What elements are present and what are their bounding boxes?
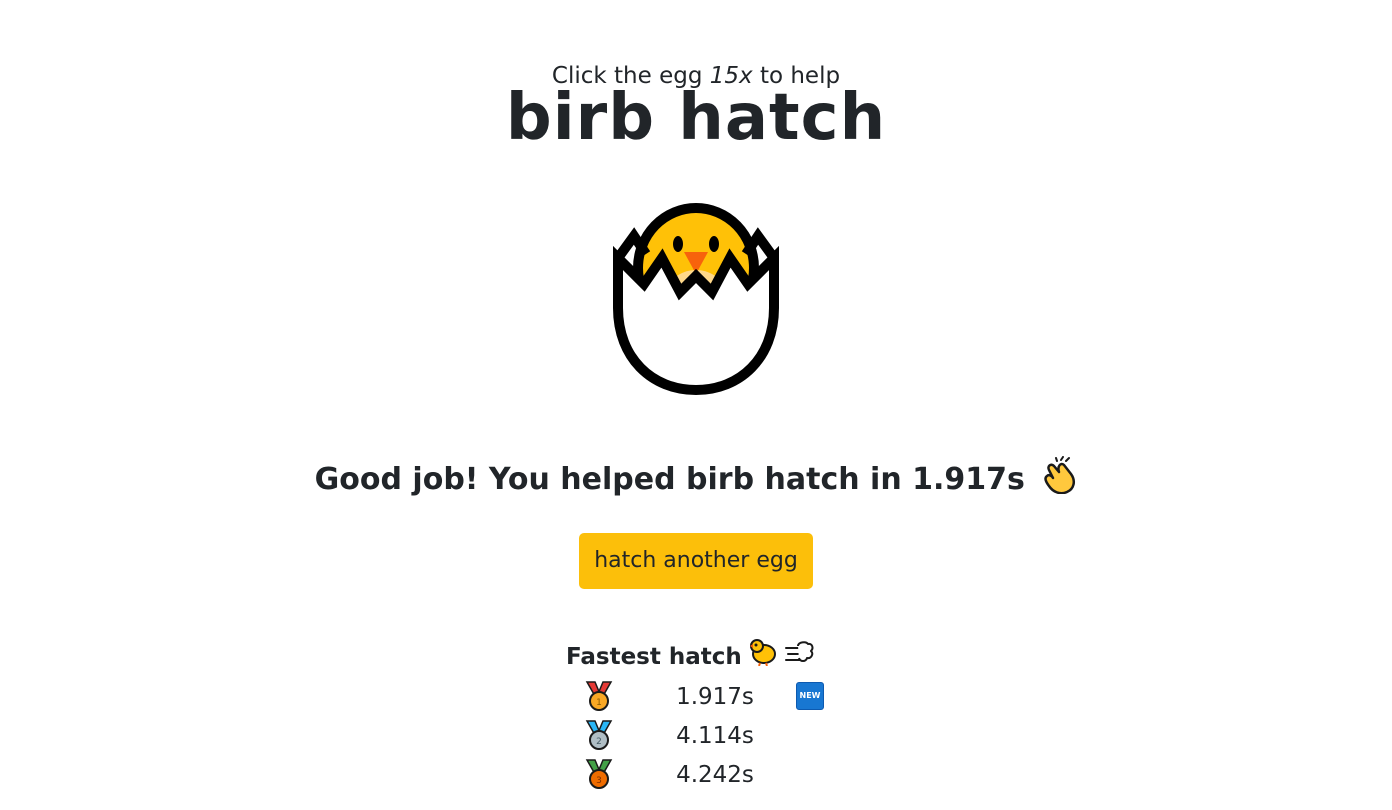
- svg-text:1: 1: [596, 698, 602, 708]
- egg-button[interactable]: [606, 198, 786, 398]
- silver-medal-icon: 2: [584, 719, 614, 751]
- hatch-another-egg-button[interactable]: hatch another egg: [579, 533, 813, 589]
- leaderboard-title: Fastest hatch: [566, 638, 826, 676]
- result-message: Good job! You helped birb hatch in 1.917…: [0, 456, 1392, 505]
- new-badge: NEW: [796, 682, 824, 710]
- svg-text:3: 3: [596, 776, 602, 786]
- leaderboard-row: 3 4.242s: [584, 758, 834, 794]
- hatching-chick-icon: [613, 203, 779, 396]
- gold-medal-icon: 1: [584, 680, 614, 712]
- leaderboard-time: 4.114s: [676, 723, 754, 749]
- bronze-medal-icon: 3: [584, 758, 614, 790]
- leaderboard-row: 2 4.114s: [584, 719, 834, 755]
- page-title: birb hatch: [505, 81, 887, 155]
- svg-text:2: 2: [596, 737, 602, 747]
- leaderboard-time: 1.917s: [676, 684, 754, 710]
- leaderboard-time: 4.242s: [676, 762, 754, 788]
- dash-icon: [784, 640, 814, 674]
- page: Click the egg 15x to help birb hatch Goo…: [0, 0, 1392, 810]
- leaderboard-title-text: Fastest hatch: [566, 644, 742, 670]
- result-text: Good job! You helped birb hatch in 1.917…: [314, 462, 1025, 497]
- leaderboard-row: 1 1.917s NEW: [584, 680, 834, 716]
- clapping-hands-icon: [1041, 456, 1077, 505]
- front-facing-chick-icon: [748, 638, 778, 676]
